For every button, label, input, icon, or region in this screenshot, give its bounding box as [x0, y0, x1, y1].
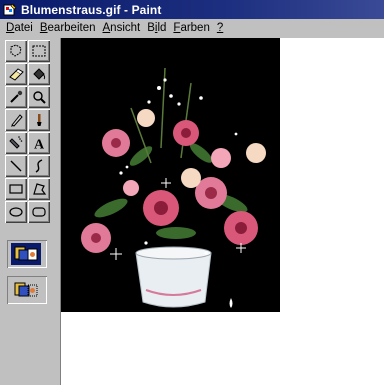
- color-picker-tool[interactable]: [5, 86, 27, 108]
- rectangle-tool[interactable]: [5, 178, 27, 200]
- toolbox: A: [0, 38, 61, 385]
- title-bar[interactable]: Blumenstraus.gif - Paint: [0, 0, 384, 19]
- menu-bearbeiten[interactable]: Bearbeiten: [40, 22, 96, 34]
- menu-bild[interactable]: Bild: [147, 22, 166, 34]
- menu-help[interactable]: ?: [217, 22, 223, 34]
- brush-tool[interactable]: [28, 109, 50, 131]
- menu-bar: Datei Bearbeiten Ansicht Bild Farben ?: [0, 19, 384, 37]
- paint-app-icon[interactable]: [3, 2, 17, 17]
- ellipse-icon: [9, 207, 23, 217]
- rectangle-icon: [9, 184, 23, 194]
- menu-farben[interactable]: Farben: [173, 22, 209, 34]
- airbrush-icon: [9, 136, 23, 149]
- magnifier-tool[interactable]: [28, 86, 50, 108]
- rounded-rect-tool[interactable]: [28, 201, 50, 223]
- flower-bouquet-image: [61, 38, 280, 312]
- rounded-rect-icon: [32, 207, 46, 217]
- eraser-tool[interactable]: [5, 63, 27, 85]
- svg-text:A: A: [34, 138, 45, 152]
- color-picker-icon: [10, 90, 23, 103]
- fill-bucket-tool[interactable]: [28, 63, 50, 85]
- opaque-background-option[interactable]: [11, 243, 41, 265]
- transparent-background-icon: [14, 282, 38, 297]
- rect-select-icon: [32, 45, 46, 57]
- tool-options-box-2: [7, 276, 47, 304]
- transparent-background-option[interactable]: [11, 279, 41, 301]
- drawing-canvas[interactable]: [61, 38, 384, 385]
- menu-datei[interactable]: Datei: [6, 22, 33, 34]
- line-tool[interactable]: [5, 155, 27, 177]
- fill-bucket-icon: [33, 68, 46, 80]
- pencil-icon: [11, 114, 23, 127]
- opaque-background-icon: [14, 246, 38, 261]
- airbrush-tool[interactable]: [5, 132, 27, 154]
- ellipse-tool[interactable]: [5, 201, 27, 223]
- curve-icon: [35, 159, 43, 173]
- flower-bouquet-illustration: [61, 38, 280, 312]
- line-icon: [10, 160, 22, 172]
- eraser-icon: [9, 68, 24, 81]
- polygon-tool[interactable]: [28, 178, 50, 200]
- text-tool[interactable]: A: [28, 132, 50, 154]
- magnifier-icon: [33, 91, 46, 104]
- curve-tool[interactable]: [28, 155, 50, 177]
- rect-select-tool[interactable]: [28, 40, 50, 62]
- tool-options-box: [7, 240, 47, 268]
- pencil-tool[interactable]: [5, 109, 27, 131]
- free-form-select-icon: [10, 44, 22, 57]
- polygon-icon: [33, 183, 47, 195]
- brush-icon: [37, 114, 42, 126]
- text-icon: A: [34, 138, 45, 152]
- window-title: Blumenstraus.gif - Paint: [21, 2, 162, 17]
- menu-ansicht[interactable]: Ansicht: [103, 22, 141, 34]
- free-form-select-tool[interactable]: [5, 40, 27, 62]
